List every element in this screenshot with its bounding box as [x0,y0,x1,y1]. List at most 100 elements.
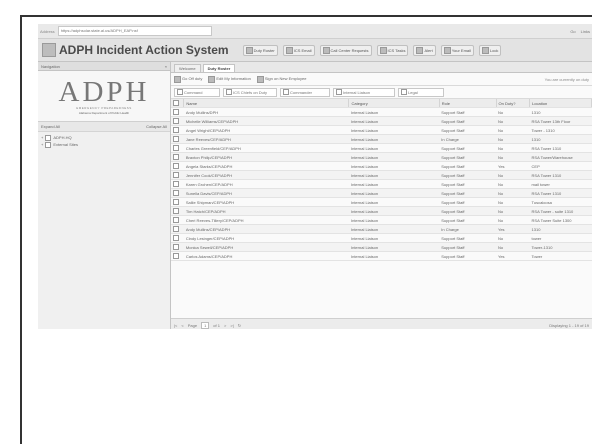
tree-item[interactable]: + ADPH.HQ [41,134,167,141]
row-select-cell[interactable] [171,251,184,261]
row-checkbox[interactable] [173,162,179,169]
table-row[interactable]: Angel Wright/CEP/ADPH Internal Liaison Sup… [171,125,592,135]
toolbar-button[interactable]: Alert [413,44,436,56]
filter-checkbox[interactable]: Command [174,87,220,97]
row-checkbox[interactable] [173,153,179,160]
tree-item[interactable]: + External Sites [41,141,167,148]
row-checkbox[interactable] [173,171,179,178]
toolbar-button[interactable]: Your Email [440,44,474,56]
column-header[interactable]: Name [183,99,350,108]
table-row[interactable]: Angela Starks/CEP/ADPH Internal Liaison Su… [171,161,592,171]
cell-on-duty: No [496,215,530,225]
table-row[interactable]: Karen Grohen/CEP/ADPH Internal Liaison Sup… [171,179,592,189]
row-select-cell[interactable] [171,143,184,153]
row-checkbox[interactable] [173,225,179,232]
table-row[interactable]: Cindy Lesinger/CEP/ADPH Internal Liaison S… [171,233,592,243]
toolbar-button[interactable]: ICS Email [282,44,315,56]
row-checkbox[interactable] [173,108,179,115]
toolbar-button[interactable]: ICS Tasks [376,44,409,56]
row-select-cell[interactable] [171,224,184,234]
filter-checkbox[interactable]: Internal Liaison [333,87,395,97]
filter-checkbox[interactable]: Commander [280,87,330,97]
row-checkbox[interactable] [173,180,179,187]
row-select-cell[interactable] [171,107,184,117]
cell-location: RSA Tower Suite 1300 [529,215,592,225]
filter-checkbox[interactable]: Legal [398,87,444,97]
row-checkbox[interactable] [173,126,179,133]
row-select-cell[interactable] [171,170,184,180]
first-page-button[interactable]: |< [174,323,177,328]
go-button[interactable]: Go [570,29,575,34]
checkbox-icon [283,89,289,95]
table-row[interactable]: Sallie Shipman/CEP/ADPH Internal Liaison S… [171,197,592,207]
column-header[interactable]: On Duty? [496,99,531,108]
row-checkbox[interactable] [173,135,179,142]
select-all-cell[interactable] [171,99,185,108]
address-label: Address [40,28,55,34]
tab[interactable]: Welcome [174,64,201,72]
table-row[interactable]: Jane Reeves/CEP/ADPH Internal Liaison In C… [171,134,592,144]
cell-name: Jennifer Cook/CEP/ADPH [183,170,349,180]
collapse-panel-icon[interactable]: « [165,64,167,69]
row-checkbox[interactable] [173,252,179,259]
table-row[interactable]: Carlos Adams/CEP/ADPH Internal Liaison Sup… [171,251,592,261]
row-select-cell[interactable] [171,215,184,225]
toolbar-button[interactable]: Call Center Requests [319,44,372,56]
row-select-cell[interactable] [171,206,184,216]
cell-name: Carlos Adams/CEP/ADPH [183,251,349,261]
last-page-button[interactable]: >| [230,323,233,328]
row-select-cell[interactable] [171,242,184,252]
toolbar-button[interactable]: Lock [478,44,502,56]
row-select-cell[interactable] [171,188,184,198]
table-row[interactable]: Tim Hatch/CEP/ADPH Internal Liaison Suppor… [171,206,592,216]
cell-on-duty: No [496,170,530,180]
table-row[interactable]: Cheri Reeves-Tillery/CEP/ADPH Internal Li… [171,215,592,225]
row-select-cell[interactable] [171,161,184,171]
row-checkbox[interactable] [173,117,179,124]
row-select-cell[interactable] [171,152,184,162]
refresh-icon[interactable]: ↻ [238,323,241,328]
table-row[interactable]: Braxton Philip/CEP/ADPH Internal Liaison S… [171,152,592,162]
table-row[interactable]: Monica Sewell/CEP/ADPH Internal Liaison Su… [171,242,592,252]
action-button[interactable]: Edit My Information [208,75,251,83]
action-button[interactable]: Go Off duty [174,75,202,83]
column-header[interactable]: Location [529,99,592,108]
row-select-cell[interactable] [171,179,184,189]
expand-icon[interactable]: + [41,141,43,148]
row-checkbox[interactable] [173,216,179,223]
action-button[interactable]: Sign on New Employee [256,75,306,83]
column-header[interactable]: Role [439,99,497,108]
row-checkbox[interactable] [173,243,179,250]
url-field[interactable]: https://adphsolar.state.al.us/ADPH_EAP.n… [57,26,212,36]
row-checkbox[interactable] [173,144,179,151]
expand-icon[interactable]: + [41,134,43,141]
row-select-cell[interactable] [171,233,184,243]
table-row[interactable]: Jennifer Cook/CEP/ADPH Internal Liaison Su… [171,170,592,180]
row-checkbox[interactable] [173,198,179,205]
row-checkbox[interactable] [173,189,179,196]
expand-all-link[interactable]: Expand All [41,124,60,129]
row-select-cell[interactable] [171,197,184,207]
tab[interactable]: Duty Roster [202,64,236,72]
cell-name: Charles Greenfield/CEP/ADPH [183,143,349,153]
row-select-cell[interactable] [171,116,184,126]
row-select-cell[interactable] [171,125,184,135]
toolbar-button-icon [322,46,330,54]
table-row[interactable]: Andy Mullins/DPH Internal Liaison Support … [171,107,592,117]
select-all-checkbox[interactable] [173,99,179,106]
table-row[interactable]: Sunella Davis/CEP/ADPH Internal Liaison Su… [171,188,592,198]
page-input[interactable]: 1 [201,321,210,329]
table-row[interactable]: Charles Greenfield/CEP/ADPH Internal Liai… [171,143,592,153]
next-page-button[interactable]: > [224,323,226,328]
links-button[interactable]: Links [581,29,590,34]
row-select-cell[interactable] [171,134,184,144]
prev-page-button[interactable]: < [181,323,183,328]
column-header[interactable]: Category [348,99,440,108]
table-row[interactable]: Andy Mullins/CEP/ADPH Internal Liaison In … [171,224,592,234]
row-checkbox[interactable] [173,207,179,214]
table-row[interactable]: Michelle Williams/CEP/ADPH Internal Liais… [171,116,592,126]
row-checkbox[interactable] [173,234,179,241]
toolbar-button[interactable]: Duty Roster [242,44,278,56]
collapse-all-link[interactable]: Collapse All [146,124,167,129]
filter-checkbox[interactable]: ICS Chiefs on Duty [223,87,277,97]
